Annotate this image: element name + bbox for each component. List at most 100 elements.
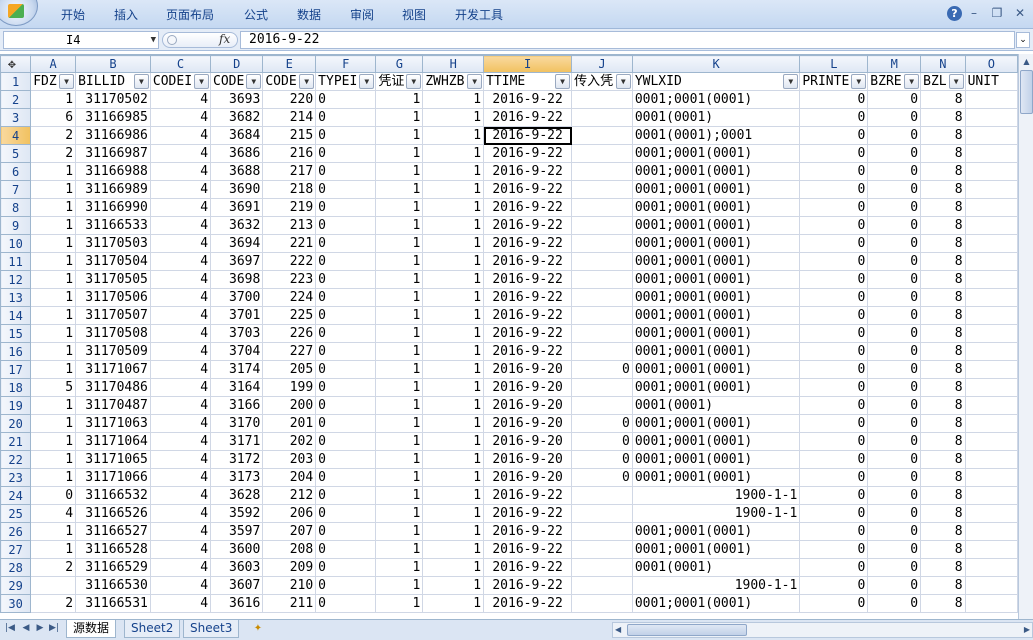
cell[interactable]: 1: [422, 432, 485, 451]
cell[interactable]: [571, 594, 633, 613]
cell[interactable]: 1: [375, 540, 424, 559]
tab-review[interactable]: 审阅: [350, 6, 374, 23]
cell[interactable]: 0001;0001(0001): [631, 324, 801, 343]
cell[interactable]: 3164: [210, 378, 264, 397]
cell[interactable]: 1: [375, 198, 424, 217]
cell[interactable]: 3632: [210, 216, 264, 235]
cell[interactable]: 0: [867, 108, 922, 127]
cell[interactable]: 3700: [210, 288, 264, 307]
cell[interactable]: 4: [149, 594, 212, 613]
cell[interactable]: 31170504: [75, 252, 151, 271]
cell[interactable]: 215: [262, 126, 317, 145]
row-header[interactable]: 16: [0, 342, 32, 361]
row-header[interactable]: 14: [0, 306, 32, 325]
filter-dropdown-icon[interactable]: ▼: [948, 74, 964, 89]
cell[interactable]: 0001;0001(0001): [631, 414, 801, 433]
cell[interactable]: [571, 486, 633, 505]
cell[interactable]: 3703: [210, 324, 264, 343]
column-header-d[interactable]: D: [210, 55, 264, 73]
cell[interactable]: 8: [920, 144, 966, 163]
cell[interactable]: 4: [149, 234, 212, 253]
cell[interactable]: 1: [375, 306, 424, 325]
cell[interactable]: 0001(0001): [631, 108, 801, 127]
cell[interactable]: 31170509: [75, 342, 151, 361]
tab-data[interactable]: 数据: [297, 6, 321, 23]
cell[interactable]: [964, 270, 1018, 289]
cell[interactable]: 4: [149, 396, 212, 415]
cell[interactable]: 1: [375, 126, 424, 145]
cell[interactable]: [571, 342, 633, 361]
cell[interactable]: 0001;0001(0001): [631, 198, 801, 217]
cell[interactable]: [964, 324, 1018, 343]
cell[interactable]: 3171: [210, 432, 264, 451]
row-header[interactable]: 6: [0, 162, 32, 181]
cell[interactable]: 2016-9-20: [483, 360, 573, 379]
cell[interactable]: 0: [867, 126, 922, 145]
help-icon[interactable]: ?: [947, 6, 962, 21]
cell[interactable]: [964, 486, 1018, 505]
cell[interactable]: 1900-1-1: [631, 576, 801, 595]
cell[interactable]: 31171063: [75, 414, 151, 433]
cell[interactable]: 212: [262, 486, 317, 505]
cell[interactable]: 0: [799, 108, 869, 127]
row-header[interactable]: 13: [0, 288, 32, 307]
cell[interactable]: 8: [920, 90, 966, 109]
cell[interactable]: 31170507: [75, 306, 151, 325]
cell[interactable]: [964, 216, 1018, 235]
cell[interactable]: 31166526: [75, 504, 151, 523]
cell[interactable]: 3597: [210, 522, 264, 541]
cell[interactable]: 8: [920, 216, 966, 235]
column-header-a[interactable]: A: [30, 55, 77, 73]
filter-header-cell[interactable]: TYPEI ▼: [315, 72, 377, 91]
cell[interactable]: 0: [867, 288, 922, 307]
cell[interactable]: 0: [867, 90, 922, 109]
column-header-e[interactable]: E: [262, 55, 317, 73]
cell[interactable]: 0: [867, 234, 922, 253]
cell[interactable]: 0: [867, 198, 922, 217]
cell[interactable]: 227: [262, 342, 317, 361]
filter-header-cell[interactable]: BILLID ▼: [75, 72, 151, 91]
cell[interactable]: 0: [867, 450, 922, 469]
cell[interactable]: 0: [867, 306, 922, 325]
cell[interactable]: 31170502: [75, 90, 151, 109]
cell[interactable]: [571, 144, 633, 163]
cell[interactable]: [964, 504, 1018, 523]
cell[interactable]: 8: [920, 162, 966, 181]
cell[interactable]: 3688: [210, 162, 264, 181]
cell[interactable]: 1: [422, 558, 485, 577]
cell[interactable]: [964, 378, 1018, 397]
cell[interactable]: 0: [315, 558, 377, 577]
cell[interactable]: 1: [375, 108, 424, 127]
row-header[interactable]: 3: [0, 108, 32, 127]
cell[interactable]: 1: [30, 540, 77, 559]
cell[interactable]: 224: [262, 288, 317, 307]
cell[interactable]: 31170508: [75, 324, 151, 343]
cell[interactable]: [571, 108, 633, 127]
cell[interactable]: 210: [262, 576, 317, 595]
cell[interactable]: 3693: [210, 90, 264, 109]
cell[interactable]: 4: [149, 90, 212, 109]
cell[interactable]: [964, 594, 1018, 613]
cell[interactable]: 4: [149, 540, 212, 559]
cell[interactable]: 0001;0001(0001): [631, 522, 801, 541]
cell[interactable]: 8: [920, 360, 966, 379]
cell[interactable]: 4: [149, 378, 212, 397]
column-header-h[interactable]: H: [422, 55, 485, 73]
cell[interactable]: [571, 252, 633, 271]
cell[interactable]: 1: [375, 486, 424, 505]
cell[interactable]: 8: [920, 432, 966, 451]
column-header-f[interactable]: F: [315, 55, 377, 73]
cell[interactable]: 3682: [210, 108, 264, 127]
formula-input[interactable]: 2016-9-22: [240, 31, 1015, 49]
cell[interactable]: 4: [149, 216, 212, 235]
cell[interactable]: 8: [920, 288, 966, 307]
cell[interactable]: 0: [799, 198, 869, 217]
cell[interactable]: 0001;0001(0001): [631, 450, 801, 469]
cell[interactable]: 0: [799, 180, 869, 199]
restore-button[interactable]: ❐: [989, 5, 1005, 21]
cell[interactable]: 3684: [210, 126, 264, 145]
minimize-button[interactable]: –: [966, 5, 982, 21]
row-header[interactable]: 23: [0, 468, 32, 487]
cell[interactable]: 1: [375, 144, 424, 163]
cell[interactable]: 31171066: [75, 468, 151, 487]
